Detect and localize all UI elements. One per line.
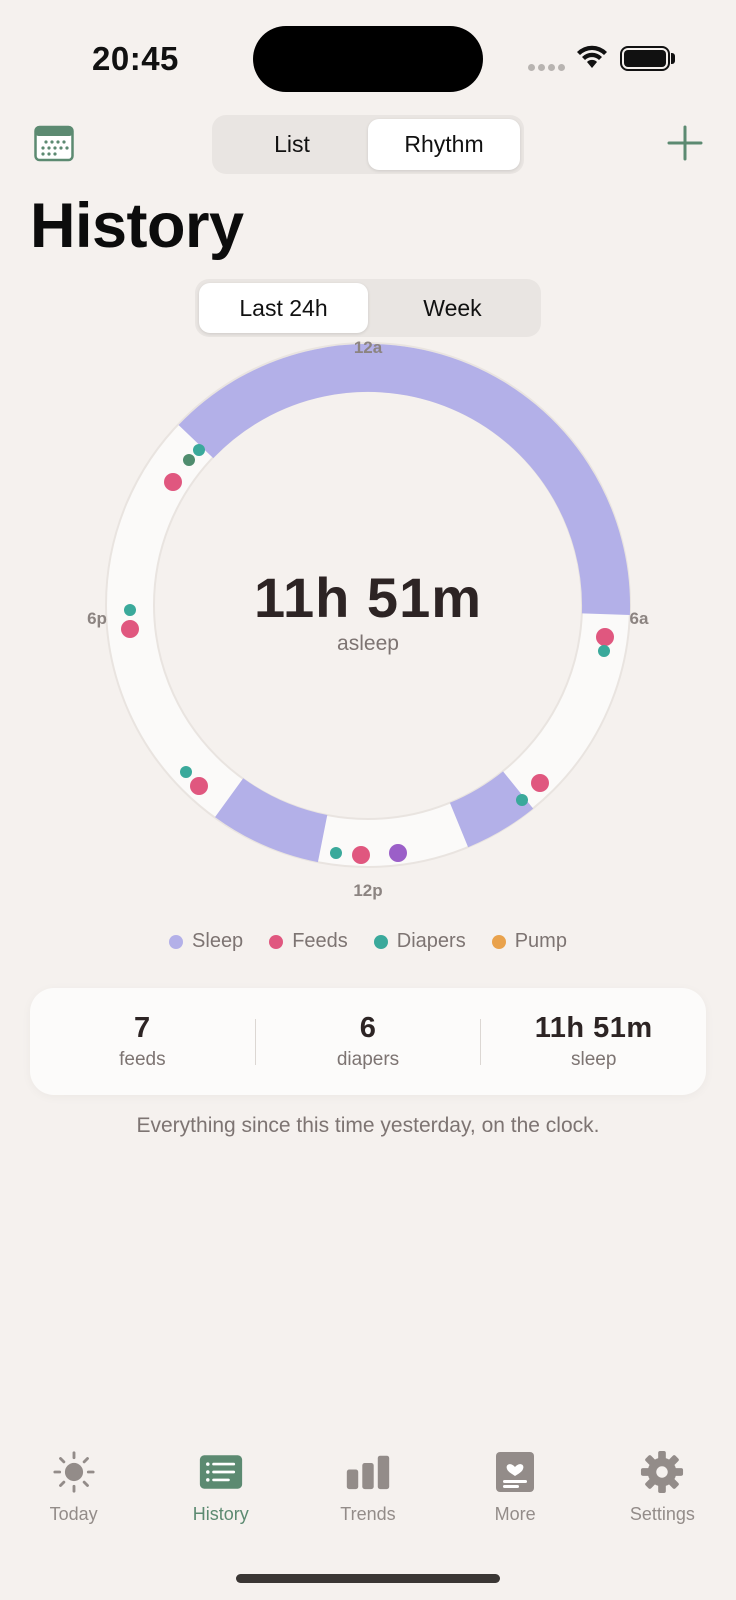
- sleep-arc: [449, 771, 534, 848]
- stat-diapers: 6 diapers: [256, 1012, 481, 1071]
- stat-value: 7: [134, 1012, 151, 1044]
- legend-item-diapers: Diapers: [373, 930, 466, 953]
- tab-more[interactable]: More: [442, 1450, 589, 1540]
- feed-event: [352, 846, 370, 864]
- diaper-event: [516, 794, 528, 806]
- hour-label-6p: 6p: [87, 609, 107, 628]
- asleep-caption: asleep: [337, 632, 399, 655]
- range-segmented-control: Last 24h Week: [195, 279, 541, 337]
- diaper-event: [193, 444, 205, 456]
- tab-settings[interactable]: Settings: [589, 1450, 736, 1540]
- legend-label: Pump: [514, 930, 567, 952]
- tab-label: More: [494, 1504, 536, 1524]
- battery-icon: [620, 46, 670, 71]
- stat-label: diapers: [336, 1049, 400, 1070]
- tab-history[interactable]: History: [147, 1450, 294, 1540]
- stat-value: 11h 51m: [534, 1012, 653, 1044]
- tab-trends[interactable]: Trends: [294, 1450, 441, 1540]
- journal-icon: [496, 1452, 535, 1492]
- stat-sleep: 11h 51m sleep: [481, 1012, 706, 1071]
- tab-label: Settings: [629, 1504, 695, 1524]
- hour-label-12p: 12p: [353, 881, 382, 900]
- diaper-event: [183, 454, 195, 466]
- feed-event: [596, 628, 614, 646]
- hour-label-6a: 6a: [630, 609, 649, 628]
- stat-value: 6: [359, 1012, 377, 1044]
- legend-label: Feeds: [292, 930, 348, 952]
- wifi-icon: [577, 45, 607, 68]
- feed-event: [190, 777, 208, 795]
- tab-label: Today: [49, 1504, 98, 1524]
- diaper-event: [598, 645, 610, 657]
- view-segmented-control: List Rhythm: [212, 115, 524, 174]
- tab-list[interactable]: List: [216, 119, 368, 170]
- legend-item-sleep: Sleep: [169, 930, 243, 953]
- stat-label: feeds: [119, 1049, 166, 1070]
- status-time: 20:45: [92, 40, 179, 77]
- footnote: Everything since this time yesterday, on…: [136, 1114, 600, 1137]
- diaper-event: [124, 604, 136, 616]
- tab-week[interactable]: Week: [368, 283, 537, 333]
- status-bar: 20:45: [0, 0, 736, 120]
- legend-item-pump: Pump: [491, 930, 567, 953]
- pump-dot-icon: [491, 934, 506, 949]
- feeds-dot-icon: [269, 934, 284, 949]
- bar-chart-icon: [346, 1455, 390, 1490]
- calendar-icon: [34, 125, 74, 162]
- legend: Sleep Feeds Diapers Pump: [0, 930, 736, 953]
- plus-icon: [667, 125, 703, 161]
- tab-rhythm[interactable]: Rhythm: [368, 119, 520, 170]
- list-icon: [199, 1455, 242, 1489]
- home-indicator: [236, 1574, 500, 1583]
- add-button[interactable]: [666, 124, 704, 162]
- stat-feeds: 7 feeds: [30, 1012, 255, 1071]
- dynamic-island: [253, 26, 483, 92]
- legend-item-feeds: Feeds: [269, 930, 348, 953]
- cellular-signal-icon: [528, 64, 565, 71]
- legend-label: Diapers: [396, 930, 466, 952]
- hour-label-12a: 12a: [354, 338, 383, 357]
- tab-today[interactable]: Today: [0, 1450, 147, 1540]
- gear-icon: [641, 1450, 684, 1494]
- diaper-event: [330, 847, 342, 859]
- tab-label: History: [192, 1504, 249, 1524]
- stat-label: sleep: [570, 1049, 617, 1070]
- calendar-button[interactable]: [34, 124, 74, 162]
- diapers-dot-icon: [373, 934, 388, 949]
- page-title: History: [30, 191, 244, 261]
- diaper-event: [180, 766, 192, 778]
- tab-label: Trends: [340, 1504, 396, 1524]
- sleep-arc: [214, 778, 328, 863]
- sleep-event: [389, 844, 407, 862]
- summary-card: 7 feeds 6 diapers 11h 51m sleep: [30, 988, 706, 1095]
- clock-center: 11h 51m asleep: [168, 565, 568, 656]
- legend-label: Sleep: [192, 930, 244, 952]
- tab-bar: Today History Trends More Settings: [0, 1450, 736, 1540]
- feed-event: [121, 620, 139, 638]
- feed-event: [164, 473, 182, 491]
- tab-last-24h[interactable]: Last 24h: [199, 283, 368, 333]
- sleep-dot-icon: [169, 934, 184, 949]
- asleep-total-value: 11h 51m: [253, 566, 483, 629]
- feed-event: [531, 774, 549, 792]
- sun-icon: [53, 1451, 95, 1493]
